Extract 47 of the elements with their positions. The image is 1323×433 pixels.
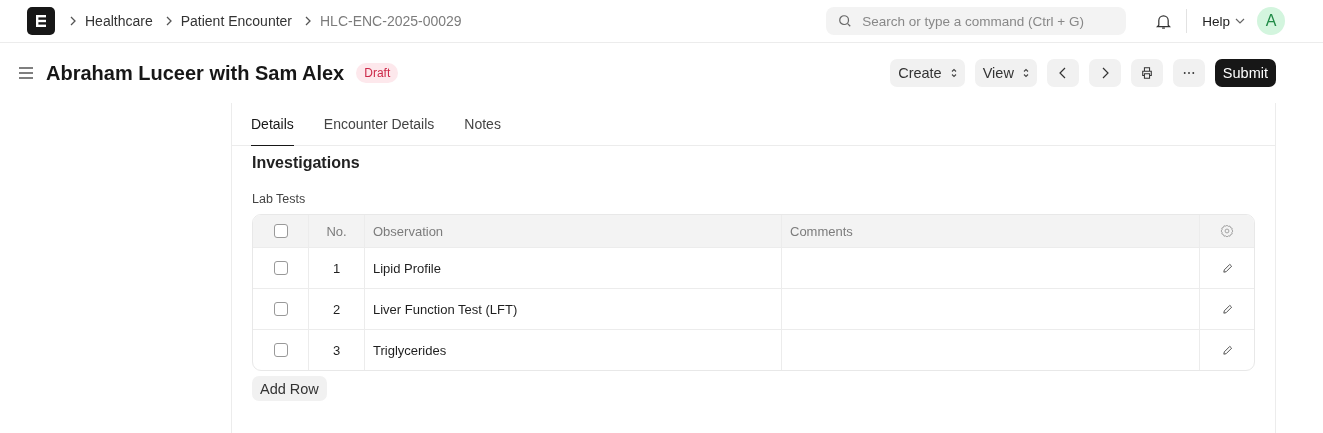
checkbox[interactable] <box>273 343 288 357</box>
breadcrumb-link[interactable]: Healthcare <box>85 13 153 29</box>
search-field[interactable]: Search or type a command (Ctrl + G) <box>826 7 1127 35</box>
avatar[interactable]: A <box>1257 7 1285 35</box>
help-button[interactable]: Help <box>1202 13 1245 29</box>
table-cell: 1 <box>309 248 365 288</box>
table-cell: 2 <box>309 289 365 329</box>
previous-button[interactable] <box>1046 59 1079 87</box>
table-cell: 3 <box>309 330 365 370</box>
bell-icon[interactable] <box>1156 12 1172 30</box>
sort-icon <box>950 68 957 78</box>
column-header: Observation <box>365 215 782 247</box>
chevron-right-icon <box>164 16 173 26</box>
add-row-button[interactable]: Add Row <box>252 376 327 401</box>
field-label: Lab Tests <box>252 192 307 206</box>
checkbox[interactable] <box>273 224 288 238</box>
checkbox[interactable] <box>273 261 288 275</box>
pencil-icon[interactable] <box>1221 344 1233 356</box>
submit-button[interactable]: Submit <box>1214 59 1276 87</box>
logo-icon[interactable] <box>27 7 55 35</box>
settings-icon[interactable] <box>1220 224 1234 238</box>
section-title: Investigations <box>252 154 361 172</box>
pencil-icon[interactable] <box>1221 303 1233 315</box>
breadcrumb-link[interactable]: HLC-ENC-2025-00029 <box>320 13 462 29</box>
pencil-icon[interactable] <box>1221 262 1233 274</box>
sort-icon <box>1022 68 1029 78</box>
menu-icon[interactable] <box>18 66 34 80</box>
next-button[interactable] <box>1088 59 1121 87</box>
column-header: Comments <box>782 215 1200 247</box>
table-cell: Liver Function Test (LFT) <box>365 289 782 329</box>
tab[interactable]: Encounter Details <box>323 103 435 146</box>
create-button[interactable]: Create <box>890 59 965 87</box>
chevron-right-icon <box>69 16 77 26</box>
printer-icon <box>1140 67 1153 79</box>
column-header: No. <box>309 215 365 247</box>
table-cell: Triglycerides <box>365 330 782 370</box>
view-button[interactable]: View <box>974 59 1037 87</box>
breadcrumb-link[interactable]: Patient Encounter <box>180 13 292 29</box>
print-button[interactable] <box>1130 59 1163 87</box>
chevron-right-icon <box>304 16 312 26</box>
checkbox[interactable] <box>273 302 288 316</box>
page-title: Abraham Luceer with Sam Alex <box>46 61 345 85</box>
status-badge: Draft <box>356 63 399 83</box>
table-cell: Lipid Profile <box>365 248 782 288</box>
tab[interactable]: Details <box>251 103 294 146</box>
chevron-down-icon <box>1235 18 1245 24</box>
tab[interactable]: Notes <box>464 103 501 146</box>
